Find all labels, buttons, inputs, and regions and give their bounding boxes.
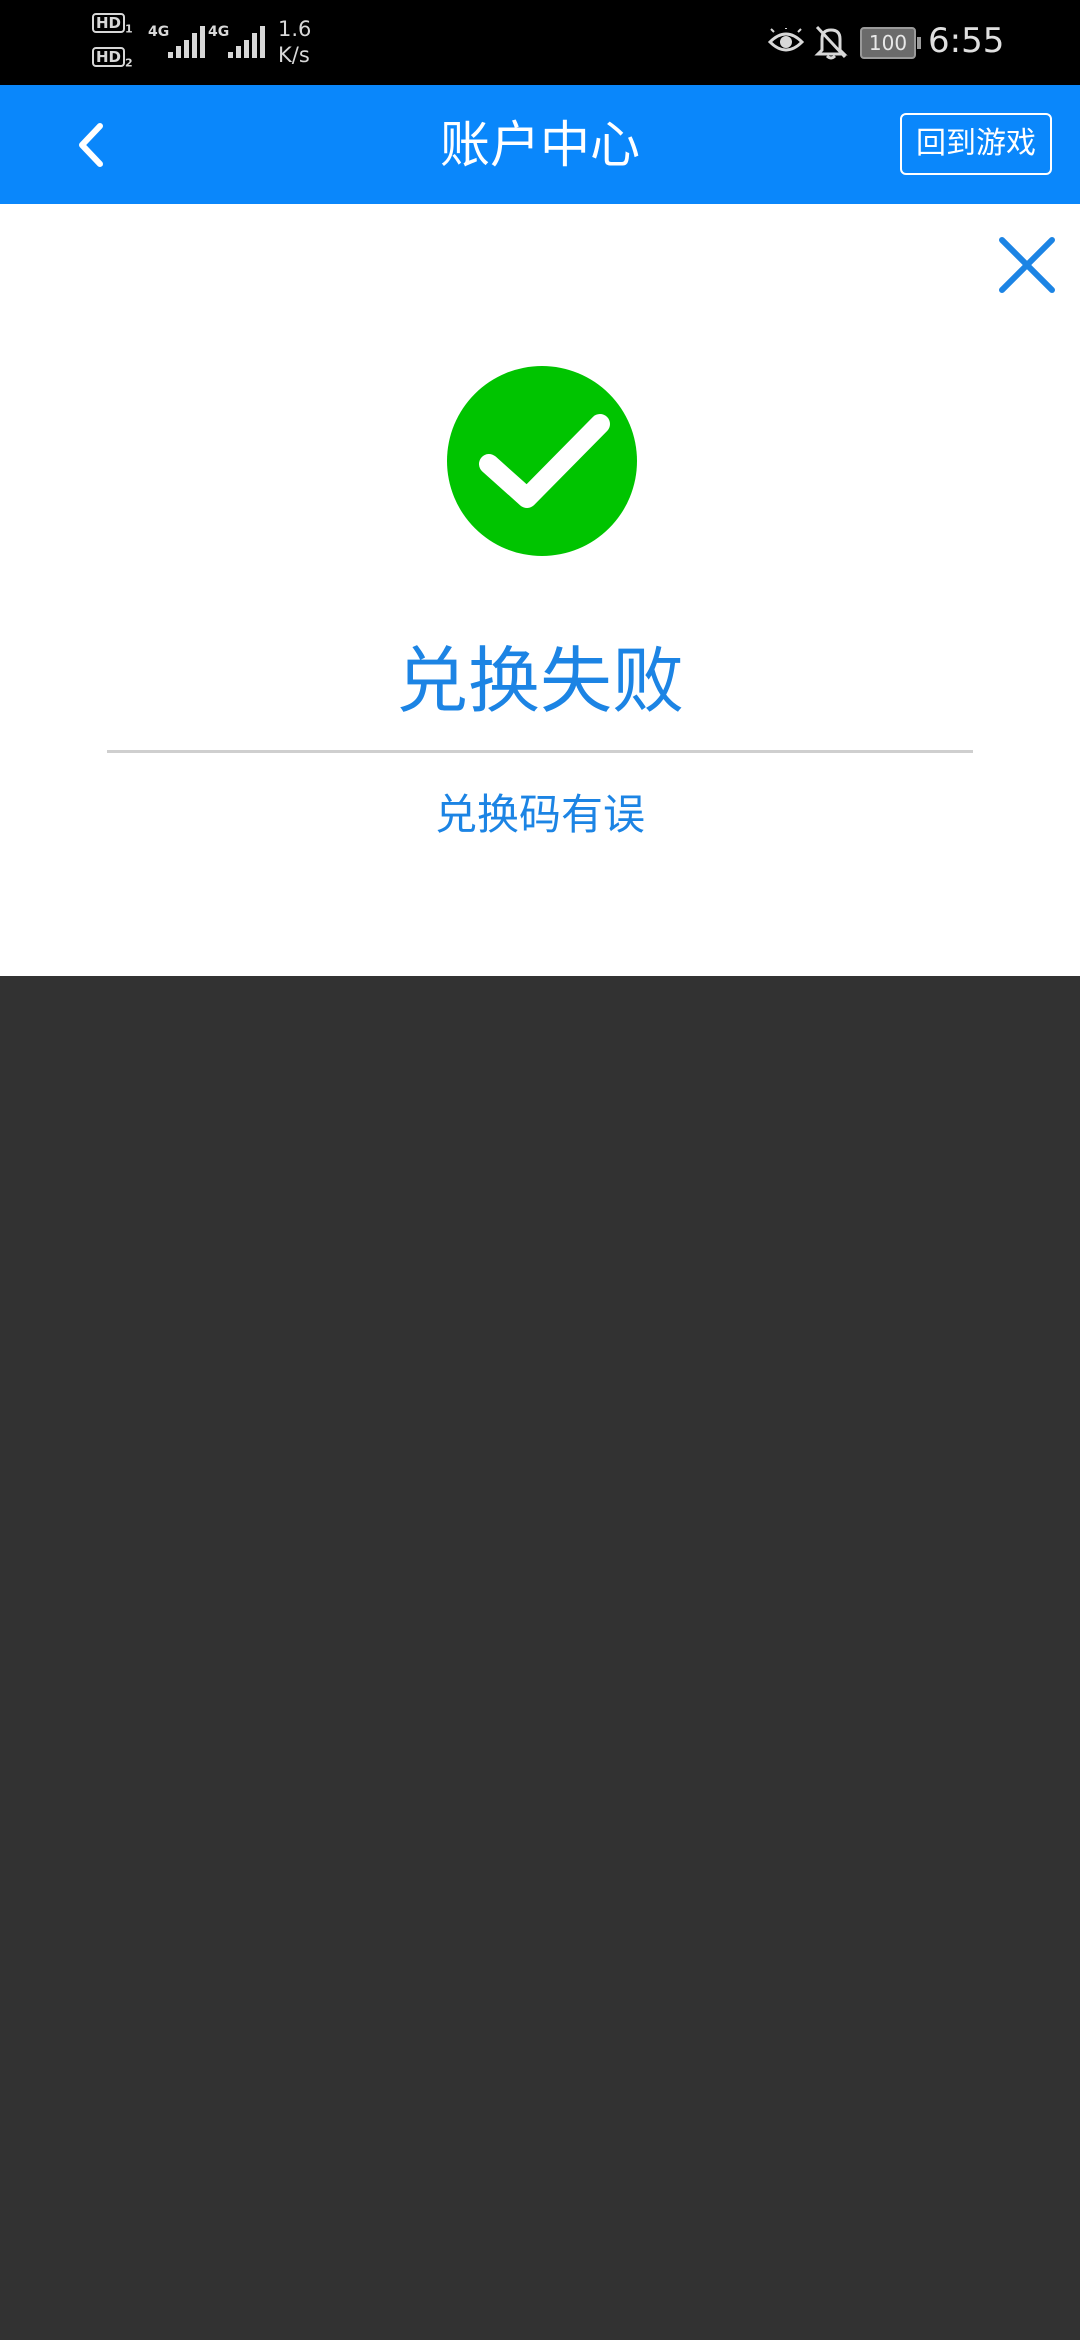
- sim2-hd-indicator: HD 2: [92, 46, 140, 75]
- status-bar: HD 1 HD 2 4G 4G 1.6 K/s 100 6:55: [0, 0, 1080, 85]
- signal-1-icon: 4G: [148, 22, 206, 58]
- network-speed: 1.6 K/s: [278, 16, 311, 68]
- result-title: 兑换失败: [395, 639, 684, 723]
- battery-icon: 100: [860, 27, 921, 59]
- check-circle-icon: [447, 366, 637, 556]
- network-speed-unit: K/s: [278, 43, 310, 67]
- bell-muted-icon: [814, 25, 848, 60]
- signal-2-icon: 4G: [208, 22, 266, 58]
- clock: 6:55: [928, 21, 1005, 61]
- result-message: 兑换码有误: [434, 790, 645, 839]
- result-panel: 兑换失败 兑换码有误: [0, 204, 1080, 976]
- network-speed-value: 1.6: [278, 17, 312, 41]
- dim-overlay[interactable]: [0, 976, 1080, 2340]
- return-to-game-button[interactable]: 回到游戏: [900, 113, 1052, 175]
- app-bar: 账户中心 回到游戏: [0, 85, 1080, 204]
- divider: [107, 750, 973, 753]
- sim1-hd-indicator: HD 1: [92, 12, 140, 41]
- eye-comfort-icon: [768, 28, 804, 52]
- close-icon[interactable]: [992, 230, 1062, 300]
